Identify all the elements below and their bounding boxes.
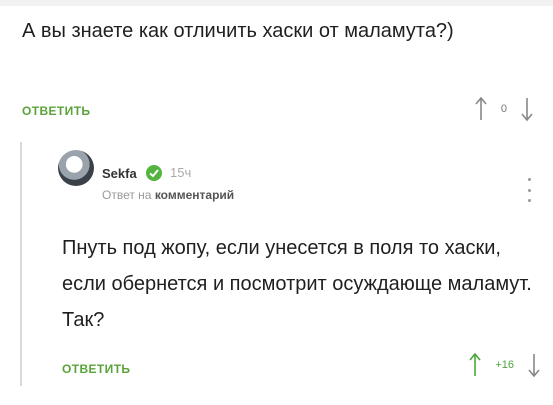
reply-rating: +16 <box>469 352 540 378</box>
post-time: 15ч <box>170 165 192 180</box>
reply-button[interactable]: ОТВЕТИТЬ <box>62 362 130 376</box>
reply-text: Пнуть под жопу, если унесется в поля то … <box>62 237 532 331</box>
more-vertical-icon[interactable] <box>526 178 532 202</box>
arrow-down-icon[interactable] <box>528 352 540 378</box>
reply-thread: Sekfa 15ч Ответ на комментарий Пнуть под… <box>20 142 540 386</box>
arrow-up-icon[interactable] <box>475 96 487 122</box>
reply-to-prefix: Ответ на <box>102 188 152 202</box>
avatar[interactable] <box>58 150 94 186</box>
reply-to-line: Ответ на комментарий <box>102 188 234 202</box>
rating-count: 0 <box>500 103 507 115</box>
arrow-up-icon[interactable] <box>469 352 481 378</box>
reply-to-link[interactable]: комментарий <box>155 188 234 202</box>
top-edge <box>0 0 553 6</box>
comment-rating: 0 <box>475 96 533 122</box>
arrow-down-icon[interactable] <box>521 96 533 122</box>
comment-text: А вы знаете как отличить хаски от маламу… <box>22 20 454 42</box>
reply-button[interactable]: ОТВЕТИТЬ <box>22 104 90 118</box>
check-icon <box>146 165 162 181</box>
author-name[interactable]: Sekfa <box>102 166 137 181</box>
rating-count: +16 <box>495 359 514 371</box>
